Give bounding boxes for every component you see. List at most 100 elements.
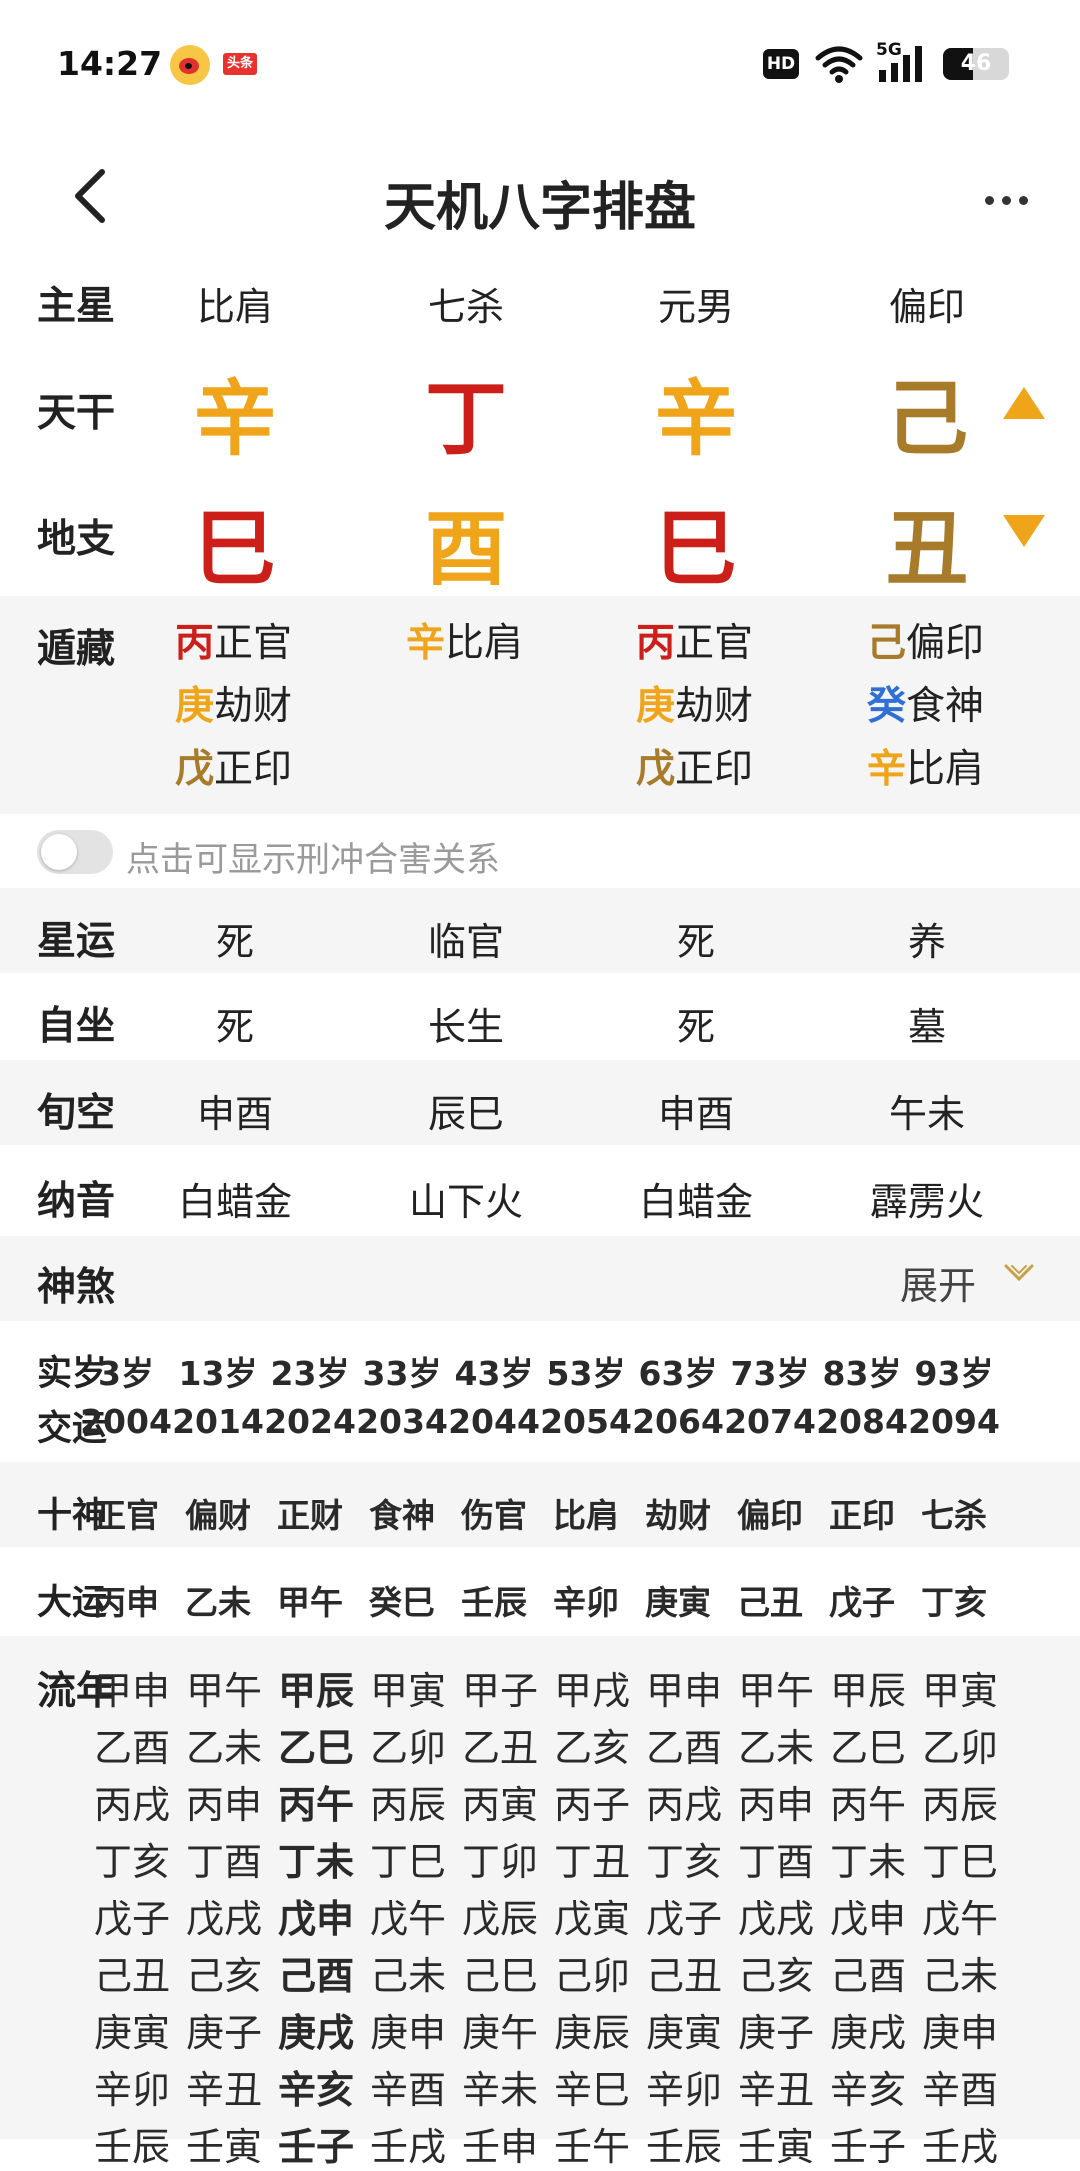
liunian-cell[interactable]: 辛卯 [638, 2059, 730, 2114]
liunian-cell[interactable]: 庚申 [362, 2002, 454, 2057]
dayun-cell[interactable]: 辛卯 [540, 1576, 632, 1624]
collapse-up-icon[interactable] [1001, 385, 1047, 421]
liunian-cell[interactable]: 己巳 [454, 1945, 546, 2000]
dayun-cell[interactable]: 丙申 [80, 1576, 172, 1624]
liunian-cell[interactable]: 丁丑 [546, 1831, 638, 1886]
liunian-cell[interactable]: 庚戌 [270, 2002, 362, 2057]
liunian-cell[interactable]: 戊辰 [454, 1888, 546, 1943]
dayun-cell[interactable]: 乙未 [172, 1576, 264, 1624]
liunian-cell[interactable]: 壬寅 [178, 2116, 270, 2171]
liunian-cell[interactable]: 庚申 [914, 2002, 1006, 2057]
liunian-cell[interactable]: 甲申 [638, 1660, 730, 1715]
liunian-cell[interactable]: 壬寅 [730, 2116, 822, 2171]
liunian-cell[interactable]: 辛卯 [86, 2059, 178, 2114]
liunian-cell[interactable]: 丁酉 [178, 1831, 270, 1886]
liunian-cell[interactable]: 壬辰 [86, 2116, 178, 2171]
liunian-cell[interactable]: 辛丑 [730, 2059, 822, 2114]
liunian-cell[interactable]: 乙酉 [638, 1717, 730, 1772]
liunian-cell[interactable]: 甲午 [730, 1660, 822, 1715]
dayun-cell[interactable]: 己丑 [724, 1576, 816, 1624]
dayun-cell[interactable]: 庚寅 [632, 1576, 724, 1624]
liunian-cell[interactable]: 己亥 [730, 1945, 822, 2000]
liunian-cell[interactable]: 庚戌 [822, 2002, 914, 2057]
liunian-cell[interactable]: 辛亥 [822, 2059, 914, 2114]
liunian-cell[interactable]: 丙戌 [86, 1774, 178, 1829]
liunian-cell[interactable]: 丙辰 [362, 1774, 454, 1829]
liunian-cell[interactable]: 丙午 [270, 1774, 362, 1829]
liunian-cell[interactable]: 庚辰 [546, 2002, 638, 2057]
liunian-cell[interactable]: 乙巳 [822, 1717, 914, 1772]
liunian-cell[interactable]: 己亥 [178, 1945, 270, 2000]
liunian-cell[interactable]: 戊午 [362, 1888, 454, 1943]
liunian-cell[interactable]: 乙酉 [86, 1717, 178, 1772]
liunian-cell[interactable]: 庚子 [178, 2002, 270, 2057]
liunian-cell[interactable]: 庚午 [454, 2002, 546, 2057]
liunian-cell[interactable]: 壬戌 [914, 2116, 1006, 2171]
dayun-cell[interactable]: 壬辰 [448, 1576, 540, 1624]
liunian-cell[interactable]: 戊申 [270, 1888, 362, 1943]
liunian-cell[interactable]: 丙申 [730, 1774, 822, 1829]
dayun-cell[interactable]: 戊子 [816, 1576, 908, 1624]
liunian-cell[interactable]: 己酉 [822, 1945, 914, 2000]
dayun-cell[interactable]: 甲午 [264, 1576, 356, 1624]
liunian-cell[interactable]: 丙子 [546, 1774, 638, 1829]
liunian-cell[interactable]: 丙寅 [454, 1774, 546, 1829]
liunian-cell[interactable]: 丁亥 [638, 1831, 730, 1886]
expand-down-icon[interactable] [1001, 513, 1047, 549]
liunian-cell[interactable]: 壬辰 [638, 2116, 730, 2171]
liunian-cell[interactable]: 戊寅 [546, 1888, 638, 1943]
liunian-cell[interactable]: 壬午 [546, 2116, 638, 2171]
liunian-cell[interactable]: 丙申 [178, 1774, 270, 1829]
liunian-cell[interactable]: 乙未 [730, 1717, 822, 1772]
liunian-cell[interactable]: 己未 [914, 1945, 1006, 2000]
liunian-cell[interactable]: 戊戌 [730, 1888, 822, 1943]
liunian-cell[interactable]: 丙辰 [914, 1774, 1006, 1829]
liunian-cell[interactable]: 乙丑 [454, 1717, 546, 1772]
liunian-cell[interactable]: 戊申 [822, 1888, 914, 1943]
liunian-cell[interactable]: 丁巳 [362, 1831, 454, 1886]
liunian-cell[interactable]: 壬子 [822, 2116, 914, 2171]
liunian-cell[interactable]: 戊戌 [178, 1888, 270, 1943]
liunian-cell[interactable]: 甲子 [454, 1660, 546, 1715]
liunian-cell[interactable]: 甲辰 [822, 1660, 914, 1715]
liunian-cell[interactable]: 丙戌 [638, 1774, 730, 1829]
liunian-cell[interactable]: 壬戌 [362, 2116, 454, 2171]
liunian-cell[interactable]: 乙未 [178, 1717, 270, 1772]
liunian-cell[interactable]: 庚寅 [86, 2002, 178, 2057]
dayun-cell[interactable]: 癸巳 [356, 1576, 448, 1624]
liunian-cell[interactable]: 辛未 [454, 2059, 546, 2114]
liunian-cell[interactable]: 丁巳 [914, 1831, 1006, 1886]
liunian-cell[interactable]: 壬子 [270, 2116, 362, 2171]
liunian-cell[interactable]: 丙午 [822, 1774, 914, 1829]
liunian-cell[interactable]: 甲申 [86, 1660, 178, 1715]
liunian-cell[interactable]: 乙卯 [362, 1717, 454, 1772]
liunian-cell[interactable]: 辛巳 [546, 2059, 638, 2114]
chevron-down-icon[interactable] [1003, 1262, 1035, 1284]
liunian-cell[interactable]: 己丑 [86, 1945, 178, 2000]
liunian-cell[interactable]: 戊子 [638, 1888, 730, 1943]
more-dots-icon[interactable] [985, 190, 1036, 209]
liunian-cell[interactable]: 辛酉 [362, 2059, 454, 2114]
liunian-cell[interactable]: 丁卯 [454, 1831, 546, 1886]
liunian-cell[interactable]: 甲寅 [362, 1660, 454, 1715]
liunian-cell[interactable]: 己未 [362, 1945, 454, 2000]
liunian-cell[interactable]: 甲寅 [914, 1660, 1006, 1715]
liunian-cell[interactable]: 辛酉 [914, 2059, 1006, 2114]
liunian-cell[interactable]: 辛亥 [270, 2059, 362, 2114]
liunian-cell[interactable]: 己卯 [546, 1945, 638, 2000]
liunian-cell[interactable]: 庚子 [730, 2002, 822, 2057]
liunian-cell[interactable]: 戊午 [914, 1888, 1006, 1943]
liunian-cell[interactable]: 辛丑 [178, 2059, 270, 2114]
liunian-cell[interactable]: 甲戌 [546, 1660, 638, 1715]
liunian-cell[interactable]: 丁未 [822, 1831, 914, 1886]
liunian-cell[interactable]: 己丑 [638, 1945, 730, 2000]
liunian-cell[interactable]: 乙卯 [914, 1717, 1006, 1772]
liunian-cell[interactable]: 壬申 [454, 2116, 546, 2171]
relation-toggle-label[interactable]: 点击可显示刑冲合害关系 [126, 832, 500, 881]
liunian-cell[interactable]: 甲午 [178, 1660, 270, 1715]
liunian-cell[interactable]: 丁未 [270, 1831, 362, 1886]
relation-toggle[interactable] [37, 830, 113, 874]
liunian-cell[interactable]: 乙亥 [546, 1717, 638, 1772]
liunian-cell[interactable]: 戊子 [86, 1888, 178, 1943]
dayun-cell[interactable]: 丁亥 [908, 1576, 1000, 1624]
